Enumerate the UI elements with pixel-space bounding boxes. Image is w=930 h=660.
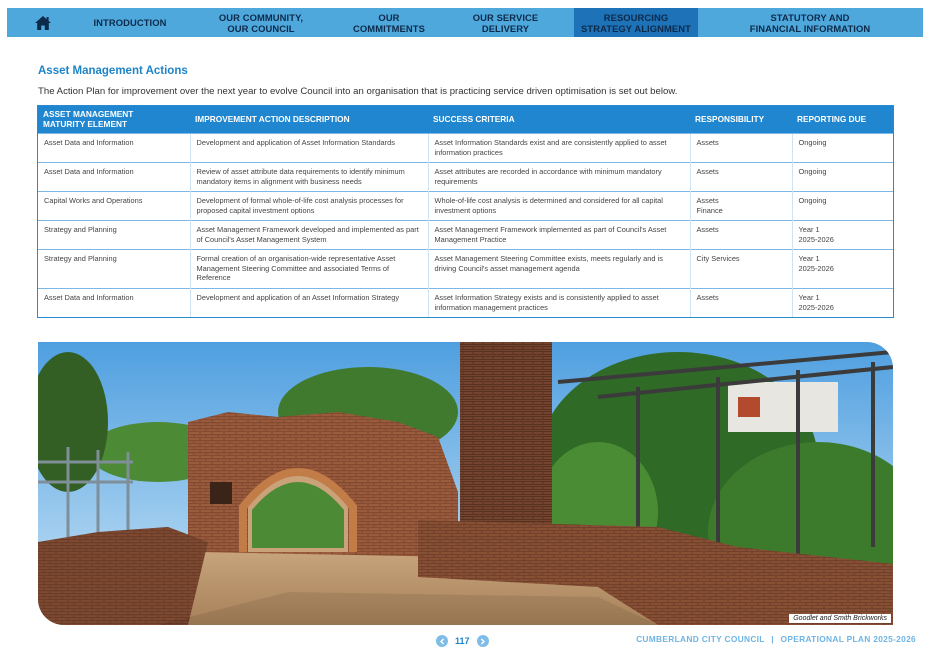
cell-criteria: Asset Information Strategy exists and is… <box>427 288 690 317</box>
nav-label: STATUTORY AND <box>770 11 850 23</box>
cell-action: Formal creation of an organisation-wide … <box>189 249 428 289</box>
cell-element: Asset Data and Information <box>38 288 190 317</box>
asset-management-actions-table: ASSET MANAGEMENT MATURITY ELEMENT IMPROV… <box>37 105 894 318</box>
chevron-left-icon <box>439 637 444 645</box>
due-text: 2025-2026 <box>798 302 834 312</box>
footer-separator: | <box>771 634 774 644</box>
page-number: 117 <box>455 636 470 646</box>
responsibility-text: Assets <box>696 138 719 147</box>
cell-reporting-due: Year 1 2025-2026 <box>791 220 893 250</box>
column-header-element: ASSET MANAGEMENT MATURITY ELEMENT <box>38 106 190 134</box>
cell-action: Asset Management Framework developed and… <box>189 220 428 250</box>
cell-reporting-due: Ongoing <box>791 162 893 192</box>
cell-action: Development and application of Asset Inf… <box>189 133 428 163</box>
cell-responsibility: Assets <box>689 220 792 250</box>
nav-statutory-financial[interactable]: STATUTORY AND FINANCIAL INFORMATION <box>698 8 922 37</box>
due-text: 2025-2026 <box>798 234 834 244</box>
due-text: Ongoing <box>798 167 827 176</box>
nav-label: INTRODUCTION <box>93 17 167 28</box>
due-text: Ongoing <box>798 138 827 147</box>
table-row: Strategy and Planning Asset Management F… <box>38 220 893 250</box>
column-header-responsibility: RESPONSIBILITY <box>690 106 792 134</box>
column-header-criteria: SUCCESS CRITERIA <box>428 106 690 134</box>
cell-reporting-due: Year 1 2025-2026 <box>791 249 893 289</box>
cell-element: Capital Works and Operations <box>38 191 190 221</box>
next-page-button[interactable] <box>476 635 489 647</box>
header-text: MATURITY ELEMENT <box>43 118 128 129</box>
responsibility-text: Assets <box>696 293 719 302</box>
table-row: Asset Data and Information Development a… <box>38 288 893 317</box>
nav-our-commitments[interactable]: OUR COMMITMENTS <box>341 8 437 37</box>
cell-reporting-due: Ongoing <box>791 191 893 221</box>
nav-label: FINANCIAL INFORMATION <box>749 22 871 34</box>
footer-document-title: CUMBERLAND CITY COUNCIL | OPERATIONAL PL… <box>636 634 916 644</box>
table-header-row: ASSET MANAGEMENT MATURITY ELEMENT IMPROV… <box>38 106 893 134</box>
table-row: Capital Works and Operations Development… <box>38 191 893 221</box>
table-row: Strategy and Planning Formal creation of… <box>38 249 893 289</box>
footer-council-name: CUMBERLAND CITY COUNCIL <box>636 634 765 644</box>
due-text: Ongoing <box>798 196 827 205</box>
responsibility-text: Assets <box>696 196 719 205</box>
section-title: Asset Management Actions <box>38 65 188 77</box>
due-text: 2025-2026 <box>798 263 834 273</box>
page-navigation: 117 <box>436 634 489 648</box>
due-text: Year 1 <box>798 254 820 263</box>
intro-paragraph: The Action Plan for improvement over the… <box>38 86 678 97</box>
nav-label: DELIVERY <box>481 22 530 34</box>
cell-element: Asset Data and Information <box>38 162 190 192</box>
cell-action: Review of asset attribute data requireme… <box>189 162 428 192</box>
table-row: Asset Data and Information Development a… <box>38 133 893 163</box>
home-icon <box>35 15 51 30</box>
responsibility-text: Assets <box>696 225 719 234</box>
responsibility-text: Finance <box>696 205 723 215</box>
top-navigation: INTRODUCTION OUR COMMUNITY, OUR COUNCIL … <box>7 8 923 37</box>
cell-responsibility: City Services <box>689 249 792 289</box>
due-text: Year 1 <box>798 293 820 302</box>
cell-responsibility: Assets Finance <box>689 191 792 221</box>
cell-element: Strategy and Planning <box>38 249 190 289</box>
responsibility-text: City Services <box>696 254 740 263</box>
chevron-right-icon <box>480 637 486 645</box>
cell-criteria: Asset attributes are recorded in accorda… <box>427 162 690 192</box>
previous-page-button[interactable] <box>436 635 448 647</box>
cell-responsibility: Assets <box>689 288 792 317</box>
cell-action: Development of formal whole-of-life cost… <box>189 191 428 221</box>
footer-plan-name: OPERATIONAL PLAN 2025-2026 <box>780 634 916 644</box>
column-header-action: IMPROVEMENT ACTION DESCRIPTION <box>190 106 428 134</box>
nav-label: COMMITMENTS <box>353 22 425 34</box>
nav-resourcing-strategy[interactable]: RESOURCING STRATEGY ALIGNMENT <box>574 8 698 37</box>
nav-label: STRATEGY ALIGNMENT <box>581 22 691 34</box>
brickworks-photo: Goodlet and Smith Brickworks <box>38 342 893 625</box>
cell-action: Development and application of an Asset … <box>189 288 428 317</box>
nav-label: RESOURCING <box>603 11 669 23</box>
cell-responsibility: Assets <box>689 133 792 163</box>
nav-our-service-delivery[interactable]: OUR SERVICE DELIVERY <box>437 8 574 37</box>
column-header-reporting-due: REPORTING DUE <box>792 106 893 134</box>
table-row: Asset Data and Information Review of ass… <box>38 162 893 192</box>
nav-our-community[interactable]: OUR COMMUNITY, OUR COUNCIL <box>181 8 341 37</box>
cell-reporting-due: Ongoing <box>791 133 893 163</box>
nav-label: OUR COMMUNITY, <box>218 11 304 23</box>
nav-introduction[interactable]: INTRODUCTION <box>79 8 181 37</box>
cell-criteria: Whole-of-life cost analysis is determine… <box>427 191 690 221</box>
cell-element: Asset Data and Information <box>38 133 190 163</box>
nav-label: OUR COUNCIL <box>227 22 295 34</box>
brickworks-illustration <box>38 342 893 625</box>
nav-label: OUR SERVICE <box>472 11 539 23</box>
cell-reporting-due: Year 1 2025-2026 <box>791 288 893 317</box>
nav-label: OUR <box>378 11 400 23</box>
cell-criteria: Asset Management Framework implemented a… <box>427 220 690 250</box>
cell-element: Strategy and Planning <box>38 220 190 250</box>
home-button[interactable] <box>7 8 79 37</box>
responsibility-text: Assets <box>696 167 719 176</box>
photo-caption: Goodlet and Smith Brickworks <box>789 614 891 623</box>
cell-criteria: Asset Information Standards exist and ar… <box>427 133 690 163</box>
due-text: Year 1 <box>798 225 820 234</box>
cell-responsibility: Assets <box>689 162 792 192</box>
cell-criteria: Asset Management Steering Committee exis… <box>427 249 690 289</box>
